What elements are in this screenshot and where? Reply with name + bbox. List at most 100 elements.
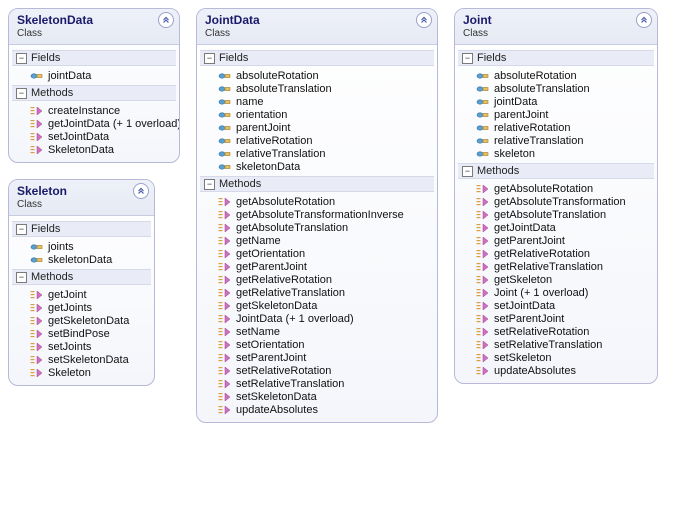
field-item[interactable]: relativeTranslation <box>218 147 432 160</box>
method-icon <box>30 118 44 130</box>
method-item[interactable]: setBindPose <box>30 327 149 340</box>
method-icon <box>476 209 490 221</box>
method-item[interactable]: setParentJoint <box>218 351 432 364</box>
method-item[interactable]: getSkeletonData <box>30 314 149 327</box>
method-item[interactable]: SkeletonData <box>30 143 174 156</box>
item-label: setRelativeRotation <box>494 326 589 338</box>
item-label: getParentJoint <box>236 261 307 273</box>
method-item[interactable]: setJointData <box>476 299 652 312</box>
section-label: Fields <box>31 52 60 64</box>
method-item[interactable]: updateAbsolutes <box>476 364 652 377</box>
item-label: setBindPose <box>48 328 110 340</box>
field-item[interactable]: parentJoint <box>218 121 432 134</box>
field-item[interactable]: parentJoint <box>476 108 652 121</box>
method-item[interactable]: setRelativeRotation <box>218 364 432 377</box>
method-item[interactable]: getJointData (+ 1 overload) <box>30 117 174 130</box>
section-header-fields[interactable]: − Fields <box>458 50 654 66</box>
method-icon <box>30 302 44 314</box>
section-header-fields[interactable]: − Fields <box>200 50 434 66</box>
method-icon <box>218 352 232 364</box>
method-item[interactable]: getAbsoluteTranslation <box>476 208 652 221</box>
item-label: getAbsoluteTransformationInverse <box>236 209 404 221</box>
method-item[interactable]: getSkeleton <box>476 273 652 286</box>
section-header-methods[interactable]: − Methods <box>200 176 434 192</box>
method-item[interactable]: getRelativeTranslation <box>218 286 432 299</box>
collapse-button[interactable] <box>636 12 652 28</box>
method-item[interactable]: Joint (+ 1 overload) <box>476 286 652 299</box>
method-item[interactable]: getJoint <box>30 288 149 301</box>
method-item[interactable]: getJoints <box>30 301 149 314</box>
method-item[interactable]: getOrientation <box>218 247 432 260</box>
method-icon <box>30 354 44 366</box>
collapse-button[interactable] <box>158 12 174 28</box>
method-item[interactable]: getParentJoint <box>218 260 432 273</box>
field-item[interactable]: skeleton <box>476 147 652 160</box>
collapse-button[interactable] <box>133 183 149 199</box>
field-item[interactable]: skeletonData <box>30 253 149 266</box>
method-item[interactable]: getRelativeTranslation <box>476 260 652 273</box>
field-item[interactable]: skeletonData <box>218 160 432 173</box>
field-item[interactable]: relativeTranslation <box>476 134 652 147</box>
method-item[interactable]: createInstance <box>30 104 174 117</box>
method-icon <box>476 235 490 247</box>
method-item[interactable]: setJointData <box>30 130 174 143</box>
method-item[interactable]: getAbsoluteRotation <box>218 195 432 208</box>
method-item[interactable]: setSkeleton <box>476 351 652 364</box>
collapse-button[interactable] <box>416 12 432 28</box>
field-item[interactable]: absoluteRotation <box>476 69 652 82</box>
field-item[interactable]: relativeRotation <box>218 134 432 147</box>
method-item[interactable]: setName <box>218 325 432 338</box>
field-item[interactable]: absoluteTranslation <box>476 82 652 95</box>
section-header-fields[interactable]: − Fields <box>12 50 176 66</box>
method-item[interactable]: getAbsoluteTranslation <box>218 221 432 234</box>
method-item[interactable]: setRelativeTranslation <box>476 338 652 351</box>
field-item[interactable]: name <box>218 95 432 108</box>
item-label: createInstance <box>48 105 120 117</box>
section-header-methods[interactable]: − Methods <box>12 269 151 285</box>
item-label: setSkeletonData <box>236 391 317 403</box>
method-icon <box>218 339 232 351</box>
method-item[interactable]: setSkeletonData <box>218 390 432 403</box>
method-item[interactable]: getRelativeRotation <box>218 273 432 286</box>
method-item[interactable]: JointData (+ 1 overload) <box>218 312 432 325</box>
minus-icon: − <box>462 166 473 177</box>
item-label: JointData (+ 1 overload) <box>236 313 354 325</box>
method-item[interactable]: getRelativeRotation <box>476 247 652 260</box>
method-item[interactable]: setSkeletonData <box>30 353 149 366</box>
field-icon <box>218 135 232 147</box>
method-item[interactable]: setRelativeTranslation <box>218 377 432 390</box>
field-item[interactable]: jointData <box>30 69 174 82</box>
field-item[interactable]: joints <box>30 240 149 253</box>
method-item[interactable]: getJointData <box>476 221 652 234</box>
method-item[interactable]: getName <box>218 234 432 247</box>
field-icon <box>218 148 232 160</box>
item-label: parentJoint <box>236 122 290 134</box>
method-item[interactable]: updateAbsolutes <box>218 403 432 416</box>
method-item[interactable]: getParentJoint <box>476 234 652 247</box>
field-item[interactable]: jointData <box>476 95 652 108</box>
section-label: Fields <box>31 223 60 235</box>
method-item[interactable]: getAbsoluteTransformation <box>476 195 652 208</box>
method-item[interactable]: setParentJoint <box>476 312 652 325</box>
field-item[interactable]: orientation <box>218 108 432 121</box>
method-item[interactable]: setJoints <box>30 340 149 353</box>
field-item[interactable]: absoluteTranslation <box>218 82 432 95</box>
item-label: skeleton <box>494 148 535 160</box>
item-label: SkeletonData <box>48 144 114 156</box>
field-item[interactable]: relativeRotation <box>476 121 652 134</box>
section-header-methods[interactable]: − Methods <box>458 163 654 179</box>
method-item[interactable]: setOrientation <box>218 338 432 351</box>
section-header-fields[interactable]: − Fields <box>12 221 151 237</box>
item-label: setRelativeTranslation <box>236 378 344 390</box>
method-item[interactable]: Skeleton <box>30 366 149 379</box>
item-label: setName <box>236 326 280 338</box>
field-item[interactable]: absoluteRotation <box>218 69 432 82</box>
method-item[interactable]: getAbsoluteRotation <box>476 182 652 195</box>
section-header-methods[interactable]: − Methods <box>12 85 176 101</box>
method-item[interactable]: setRelativeRotation <box>476 325 652 338</box>
method-item[interactable]: getSkeletonData <box>218 299 432 312</box>
field-icon <box>218 83 232 95</box>
item-label: skeletonData <box>48 254 112 266</box>
method-item[interactable]: getAbsoluteTransformationInverse <box>218 208 432 221</box>
field-icon <box>218 96 232 108</box>
